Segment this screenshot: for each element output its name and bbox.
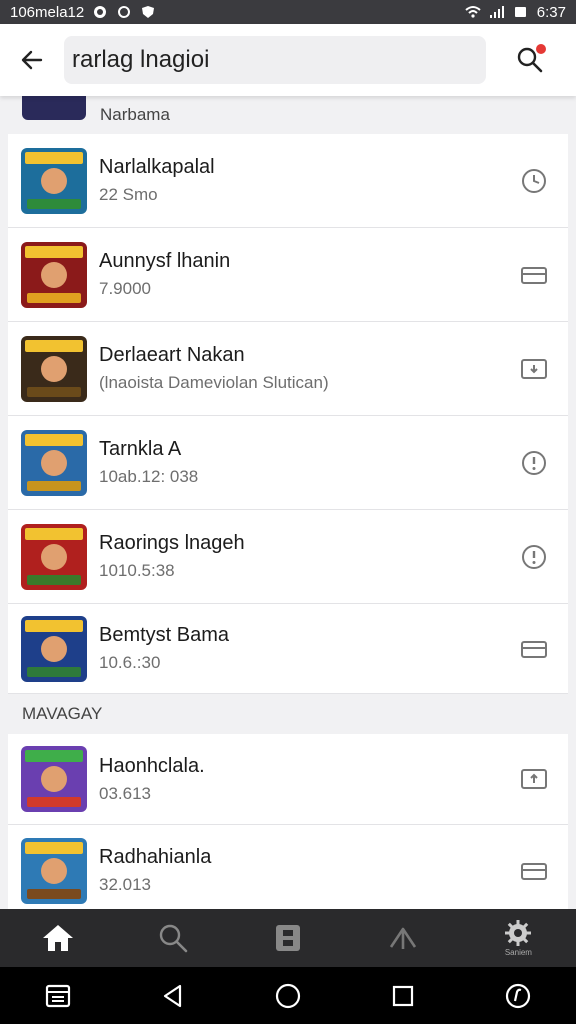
app-thumbnail	[21, 429, 87, 496]
item-title: Narlalkapalal	[99, 156, 215, 178]
app-thumbnail	[21, 746, 87, 812]
app-thumbnail	[21, 837, 87, 904]
item-title: Aunnysf lhanin	[99, 250, 231, 272]
signal-icon	[489, 6, 504, 18]
system-nav	[0, 967, 576, 1024]
menu-icon	[45, 984, 70, 1007]
group-header: MAVAGAY	[8, 694, 568, 734]
back-button[interactable]	[0, 24, 64, 96]
app-thumbnail	[21, 335, 87, 402]
item-title: Derlaeart Nakan	[99, 344, 245, 366]
clock-icon[interactable]	[520, 167, 548, 195]
list-item[interactable]: Bemtyst Bama 10.6.:30	[8, 604, 568, 694]
item-title: Tarnkla A	[99, 438, 182, 460]
home-circle-icon	[275, 983, 301, 1008]
info-icon[interactable]	[520, 449, 548, 477]
item-subtitle: 03.613	[99, 783, 151, 803]
upload-icon[interactable]	[520, 765, 548, 793]
group-thumbnail	[22, 96, 86, 120]
item-title: Raorings lnageh	[99, 532, 245, 554]
nav-home[interactable]	[0, 909, 115, 967]
list-item[interactable]: Aunnysf lhanin 7.9000	[8, 228, 568, 322]
search-icon	[159, 924, 188, 953]
list-item[interactable]: Narlalkapalal 22 Smo	[8, 134, 568, 228]
system-home-button[interactable]	[230, 967, 345, 1024]
app-thumbnail	[21, 615, 87, 682]
battery-icon	[514, 7, 526, 17]
card-icon[interactable]	[520, 857, 548, 885]
nav-settings[interactable]: Saniem	[461, 909, 576, 967]
app-thumbnail	[21, 147, 87, 214]
group-header-label: MAVAGAY	[22, 704, 103, 723]
assist-icon	[506, 983, 531, 1008]
status-bar: 106mela12 6:37	[0, 0, 576, 24]
app-bar	[0, 24, 576, 96]
nav-settings-label: Saniem	[504, 948, 532, 957]
nav-share[interactable]	[346, 909, 461, 967]
share-icon	[390, 927, 417, 949]
shield-icon	[142, 6, 155, 18]
results-list: Narbama Narlalkapalal 22 Smo Aunnysf lhan…	[8, 96, 568, 909]
status-time: 6:37	[536, 3, 566, 21]
download-icon[interactable]	[520, 355, 548, 383]
wifi-icon	[465, 6, 481, 18]
system-menu-button[interactable]	[0, 967, 115, 1024]
item-title: Radhahianla	[99, 846, 212, 868]
item-subtitle: 10.6.:30	[99, 653, 161, 672]
notification-badge	[536, 44, 546, 54]
search-input[interactable]	[72, 46, 478, 74]
item-title: Haonhclala.	[99, 754, 205, 777]
info-icon[interactable]	[520, 543, 548, 571]
item-subtitle: 10ab.12: 038	[99, 467, 199, 486]
notification-icon	[94, 6, 107, 18]
group-header-label: Narbama	[100, 105, 170, 124]
sync-icon	[118, 6, 131, 18]
app-thumbnail	[21, 241, 87, 308]
status-left-text: 106mela12	[10, 3, 85, 21]
card-icon[interactable]	[520, 261, 548, 289]
search-button[interactable]	[498, 24, 562, 96]
item-subtitle: 1010.5:38	[99, 561, 175, 580]
arrow-left-icon	[21, 50, 43, 70]
app-thumbnail	[21, 523, 87, 590]
system-assist-button[interactable]	[461, 967, 576, 1024]
search-field[interactable]	[64, 36, 486, 84]
item-subtitle: 22 Smo	[99, 185, 158, 204]
item-subtitle: 7.9000	[99, 279, 151, 298]
list-item[interactable]: Radhahianla 32.013	[8, 825, 568, 909]
home-icon	[42, 925, 73, 951]
library-icon	[276, 925, 300, 951]
item-subtitle: (lnaoista Dameviolan Slutican)	[99, 373, 329, 392]
system-back-button[interactable]	[115, 967, 230, 1024]
settings-icon	[505, 920, 532, 946]
card-icon[interactable]	[520, 635, 548, 663]
list-item[interactable]: Raorings lnageh 1010.5:38	[8, 510, 568, 604]
recents-icon	[393, 985, 414, 1006]
bottom-nav: Saniem	[0, 909, 576, 967]
nav-search[interactable]	[115, 909, 230, 967]
list-item[interactable]: Tarnkla A 10ab.12: 038	[8, 416, 568, 510]
list-item[interactable]: Haonhclala. 03.613	[8, 734, 568, 825]
system-recents-button[interactable]	[346, 967, 461, 1024]
item-title: Bemtyst Bama	[99, 624, 230, 646]
nav-library[interactable]	[230, 909, 345, 967]
group-header: Narbama	[8, 96, 568, 134]
list-item[interactable]: Derlaeart Nakan (lnaoista Dameviolan Slut…	[8, 322, 568, 416]
item-subtitle: 32.013	[99, 875, 151, 894]
back-icon	[163, 984, 181, 1007]
